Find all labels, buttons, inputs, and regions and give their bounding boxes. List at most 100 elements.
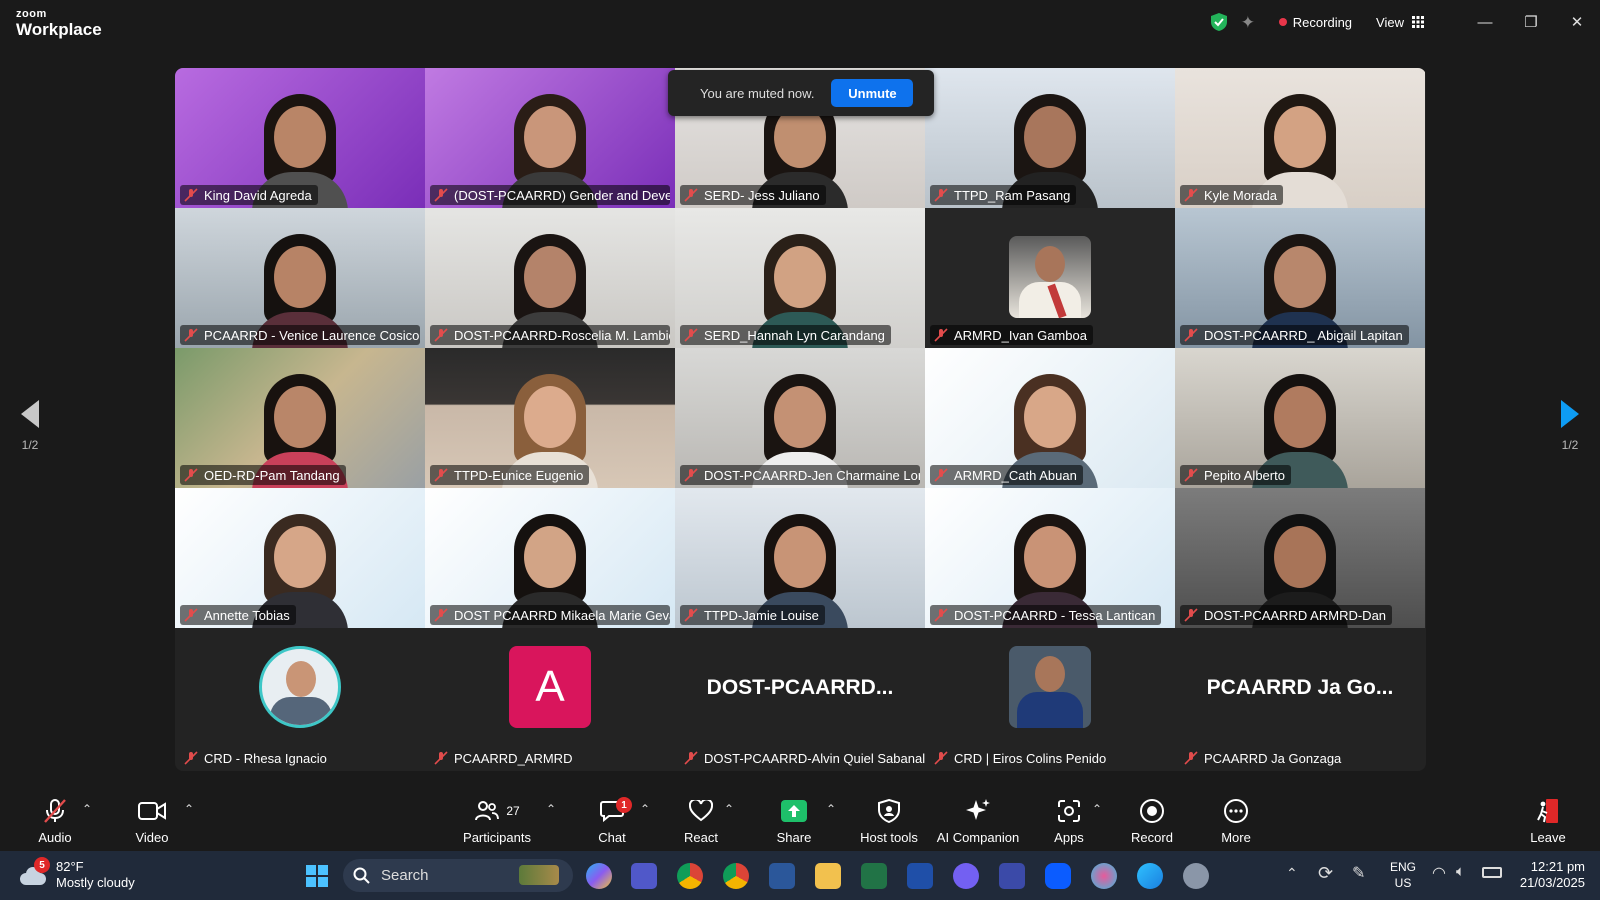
video-tile-active-speaker[interactable]: (DOST-PCAARRD) Gender and Devel... [425, 68, 675, 208]
record-icon[interactable] [1139, 798, 1165, 824]
snipping-tool-icon[interactable] [907, 863, 933, 889]
copilot-icon[interactable] [586, 863, 612, 889]
share-screen-icon[interactable] [781, 800, 807, 822]
participant-tile[interactable]: CRD | Eiros Colins Penido [925, 628, 1175, 771]
share-options-caret-icon[interactable]: ⌃ [826, 802, 836, 816]
participant-tile[interactable]: A PCAARRD_ARMRD [425, 628, 675, 771]
host-tools-button[interactable]: Host tools [860, 798, 918, 845]
ai-sparkle-icon[interactable]: ✦ [1241, 13, 1259, 32]
taskbar-search-box[interactable]: Search [343, 859, 573, 892]
participants-icon[interactable] [474, 799, 500, 823]
apps-button[interactable]: Apps [1052, 798, 1086, 845]
mic-muted-icon [184, 468, 198, 482]
minimize-icon[interactable]: — [1462, 14, 1508, 31]
host-shield-icon[interactable] [878, 799, 900, 823]
mic-muted-icon [684, 328, 698, 342]
record-button[interactable]: Record [1129, 798, 1175, 845]
app-logo: zoom Workplace [16, 9, 102, 39]
apps-options-caret-icon[interactable]: ⌃ [1092, 802, 1102, 816]
settings-gear-icon[interactable] [1183, 863, 1209, 889]
weather-widget[interactable]: 5 82°F Mostly cloudy [18, 857, 135, 891]
unmute-button[interactable]: Unmute [831, 79, 914, 107]
video-tile[interactable]: PCAARRD - Venice Laurence Cosico [175, 208, 425, 348]
word-icon[interactable] [769, 863, 795, 889]
search-highlight-icon [519, 865, 559, 885]
react-options-caret-icon[interactable]: ⌃ [724, 802, 734, 816]
leave-door-icon[interactable] [1536, 798, 1560, 824]
video-tile[interactable]: TTPD-Jamie Louise [675, 488, 925, 628]
chrome-icon[interactable] [723, 863, 749, 889]
teams-icon[interactable] [631, 863, 657, 889]
edge-icon[interactable] [1137, 863, 1163, 889]
video-tile-photo[interactable]: ARMRD_Ivan Gamboa [925, 208, 1175, 348]
clock[interactable]: 12:21 pm 21/03/2025 [1520, 859, 1585, 891]
participant-name: TTPD-Eunice Eugenio [430, 465, 590, 485]
audio-button[interactable]: Audio [36, 798, 74, 845]
view-grid-icon[interactable] [1412, 16, 1424, 28]
windows-start-icon[interactable] [306, 865, 328, 887]
ai-companion-button[interactable]: AI Companion [936, 798, 1020, 845]
video-button[interactable]: Video [132, 798, 172, 845]
video-options-caret-icon[interactable]: ⌃ [184, 802, 194, 816]
video-camera-icon[interactable] [138, 800, 166, 822]
file-explorer-icon[interactable] [815, 863, 841, 889]
video-tile[interactable]: Pepito Alberto [1175, 348, 1425, 488]
video-tile[interactable]: DOST-PCAARRD-Jen Charmaine Lor... [675, 348, 925, 488]
chat-options-caret-icon[interactable]: ⌃ [640, 802, 650, 816]
mic-muted-icon [934, 751, 948, 765]
search-label: Search [381, 867, 429, 884]
audio-options-caret-icon[interactable]: ⌃ [82, 802, 92, 816]
previous-page-button[interactable]: 1/2 [10, 400, 50, 452]
apps-icon[interactable] [1057, 799, 1081, 823]
share-button[interactable]: Share [776, 798, 812, 845]
mic-muted-icon[interactable] [42, 798, 68, 824]
ai-sparkle-icon[interactable] [965, 798, 991, 824]
video-tile[interactable]: DOST-PCAARRD ARMRD-Dan [1175, 488, 1425, 628]
participants-options-caret-icon[interactable]: ⌃ [546, 802, 556, 816]
video-tile[interactable]: Annette Tobias [175, 488, 425, 628]
app-icon[interactable] [1091, 863, 1117, 889]
video-tile[interactable]: ARMRD_Cath Abuan [925, 348, 1175, 488]
app-icon[interactable] [999, 863, 1025, 889]
arrow-left-icon[interactable] [21, 400, 39, 428]
next-page-button[interactable]: 1/2 [1550, 400, 1590, 452]
view-button[interactable]: View [1376, 15, 1404, 30]
tray-chevron-up-icon[interactable]: ⌃ [1286, 865, 1298, 882]
video-tile[interactable]: Kyle Morada [1175, 68, 1425, 208]
chrome-profile-icon[interactable] [677, 863, 703, 889]
close-icon[interactable]: ✕ [1554, 13, 1600, 31]
restore-icon[interactable]: ❐ [1508, 13, 1554, 31]
pen-icon[interactable]: ✎ [1352, 863, 1365, 883]
more-dots-icon[interactable] [1223, 798, 1249, 824]
arrow-right-icon[interactable] [1561, 400, 1579, 428]
video-tile[interactable]: OED-RD-Pam Tandang [175, 348, 425, 488]
participants-button[interactable]: 27 Participants [462, 798, 532, 845]
wifi-icon[interactable]: ◠ [1432, 863, 1446, 883]
video-tile[interactable]: DOST PCAARRD Mikaela Marie Geva... [425, 488, 675, 628]
video-tile[interactable]: King David Agreda [175, 68, 425, 208]
recording-label[interactable]: Recording [1293, 15, 1352, 30]
heart-icon[interactable] [689, 800, 713, 822]
language-indicator[interactable]: ENG US [1390, 859, 1416, 891]
video-tile[interactable]: DOST-PCAARRD - Tessa Lantican [925, 488, 1175, 628]
encryption-shield-icon[interactable] [1210, 13, 1227, 31]
volume-icon[interactable]: 🔈︎ [1456, 863, 1465, 880]
participant-tile[interactable]: DOST-PCAARRD... DOST-PCAARRD-Alvin Quiel… [675, 628, 925, 771]
participant-tile[interactable]: CRD - Rhesa Ignacio [175, 628, 425, 771]
zoom-taskbar-icon[interactable] [1045, 863, 1071, 889]
video-tile[interactable]: TTPD_Ram Pasang [925, 68, 1175, 208]
video-tile[interactable]: DOST-PCAARRD-Roscelia M. Lambio [425, 208, 675, 348]
viber-icon[interactable] [953, 863, 979, 889]
leave-button[interactable]: Leave [1530, 798, 1566, 845]
profile-photo [259, 646, 341, 728]
participant-tile[interactable]: PCAARRD Ja Go... PCAARRD Ja Gonzaga [1175, 628, 1425, 771]
video-tile[interactable]: DOST-PCAARRD_ Abigail Lapitan [1175, 208, 1425, 348]
react-button[interactable]: React [684, 798, 718, 845]
more-button[interactable]: More [1218, 798, 1254, 845]
sync-icon[interactable]: ⟳ [1318, 863, 1333, 884]
video-tile[interactable]: SERD_Hannah Lyn Carandang [675, 208, 925, 348]
battery-icon[interactable] [1482, 867, 1502, 878]
video-tile[interactable]: TTPD-Eunice Eugenio [425, 348, 675, 488]
excel-icon[interactable] [861, 863, 887, 889]
participant-name: DOST-PCAARRD_ Abigail Lapitan [1180, 325, 1409, 345]
